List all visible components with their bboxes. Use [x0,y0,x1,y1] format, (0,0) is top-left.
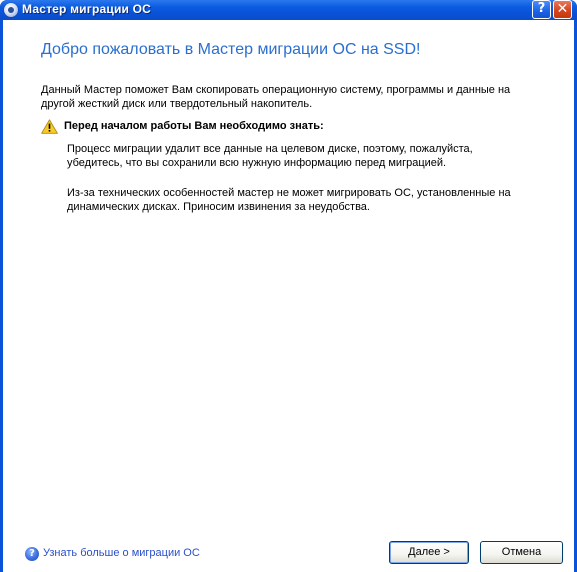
window-title: Мастер миграции ОС [22,2,152,16]
warning-paragraph-dynamic-disks: Из-за технических особенностей мастер не… [67,187,511,213]
warning-paragraph-data-loss: Процесс миграции удалит все данные на це… [67,143,473,169]
intro-text: Данный Мастер поможет Вам скопировать оп… [41,84,511,110]
wizard-window: Мастер миграции ОС ? ✕ Добро пожаловать … [0,0,577,572]
cancel-button[interactable]: Отмена [480,541,563,564]
wizard-content: Добро пожаловать в Мастер миграции ОС на… [3,20,574,572]
app-icon [4,3,18,17]
title-bar[interactable]: Мастер миграции ОС ? ✕ [0,0,577,20]
close-icon: ✕ [556,1,569,17]
help-button[interactable]: ? [532,0,551,19]
warning-icon [41,119,58,134]
close-button[interactable]: ✕ [553,0,572,19]
next-button[interactable]: Далее > [389,541,469,564]
page-title: Добро пожаловать в Мастер миграции ОС на… [41,41,421,58]
help-icon[interactable]: ? [25,547,39,561]
footer-divider [3,529,574,530]
warning-title: Перед началом работы Вам необходимо знат… [64,120,324,132]
learn-more-link[interactable]: Узнать больше о миграции ОС [43,547,200,559]
